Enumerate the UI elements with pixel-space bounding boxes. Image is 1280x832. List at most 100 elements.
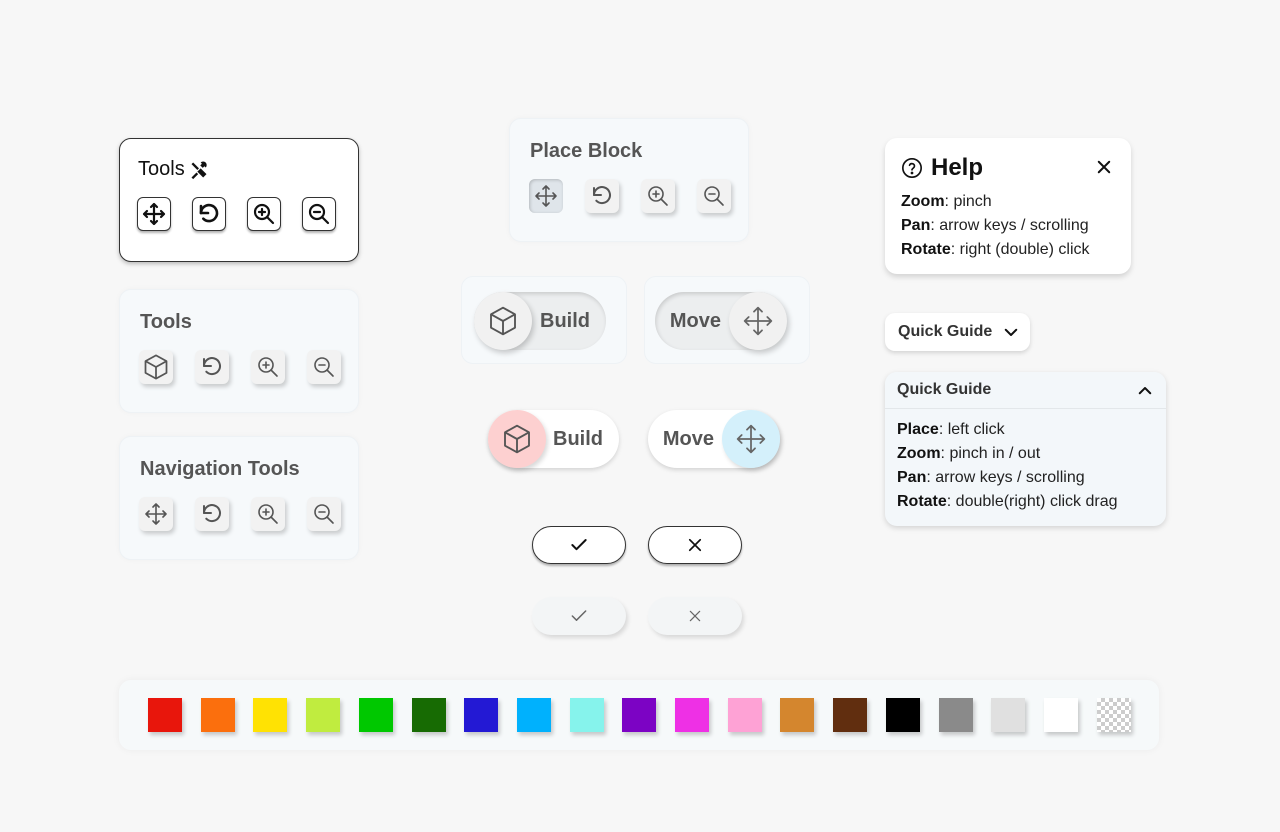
- color-swatch[interactable]: [516, 698, 551, 732]
- quick-guide-lines: Place: left click Zoom: pinch in / out P…: [897, 418, 1118, 514]
- color-swatch[interactable]: [991, 698, 1026, 732]
- zoom-in-icon: [256, 355, 280, 379]
- wrench-screwdriver-icon: [189, 160, 209, 180]
- quick-guide-dropdown-collapsed[interactable]: Quick Guide: [885, 313, 1030, 351]
- zoom-in-button[interactable]: [251, 350, 285, 384]
- move-toggle-label: Move: [662, 427, 714, 450]
- move-arrows-icon: [735, 423, 767, 455]
- help-lines: Zoom: pinch Pan: arrow keys / scrolling …: [901, 190, 1090, 262]
- build-toggle-label: Build: [553, 427, 603, 450]
- rotate-icon: [590, 184, 614, 208]
- rotate-icon: [197, 202, 221, 226]
- guide-line: Place: left click: [897, 421, 1005, 438]
- move-tool-button[interactable]: [137, 197, 171, 231]
- chevron-up-icon: [1136, 382, 1154, 400]
- help-circle-icon: [901, 157, 923, 179]
- rotate-icon: [200, 355, 224, 379]
- move-toggle-soft[interactable]: Move: [655, 292, 787, 350]
- zoom-out-icon: [312, 502, 336, 526]
- color-swatch[interactable]: [358, 698, 393, 732]
- build-toggle-knob: [488, 410, 546, 468]
- tools-panel-soft: Tools: [119, 289, 359, 413]
- rotate-tool-button[interactable]: [192, 197, 226, 231]
- move-toggle-knob: [722, 410, 780, 468]
- zoom-out-button[interactable]: [307, 497, 341, 531]
- color-swatch[interactable]: [253, 698, 288, 732]
- confirm-button-soft[interactable]: [532, 597, 626, 635]
- move-toggle-colored[interactable]: Move: [648, 410, 780, 468]
- zoom-in-button[interactable]: [247, 197, 281, 231]
- move-tool-button[interactable]: [529, 179, 563, 213]
- color-swatch[interactable]: [833, 698, 868, 732]
- build-toggle-knob: [474, 292, 532, 350]
- quick-guide-label: Quick Guide: [898, 323, 993, 340]
- help-title: Help: [931, 154, 984, 181]
- color-palette: [119, 680, 1159, 750]
- cube-icon: [142, 353, 170, 381]
- zoom-in-icon: [646, 184, 670, 208]
- color-swatch-transparent[interactable]: [1096, 698, 1131, 732]
- navigation-tools-panel: Navigation Tools: [119, 436, 359, 560]
- rotate-tool-button[interactable]: [585, 179, 619, 213]
- zoom-out-icon: [312, 355, 336, 379]
- quick-guide-header[interactable]: Quick Guide: [885, 372, 1166, 409]
- rotate-tool-button[interactable]: [195, 497, 229, 531]
- zoom-out-icon: [307, 202, 331, 226]
- color-swatch[interactable]: [885, 698, 920, 732]
- rotate-icon: [200, 502, 224, 526]
- zoom-in-icon: [252, 202, 276, 226]
- color-swatch[interactable]: [306, 698, 341, 732]
- color-swatch[interactable]: [938, 698, 973, 732]
- confirm-button[interactable]: [532, 526, 626, 564]
- quick-guide-label: Quick Guide: [897, 381, 992, 398]
- close-icon: [687, 608, 703, 624]
- zoom-out-button[interactable]: [302, 197, 336, 231]
- build-tool-button[interactable]: [139, 350, 173, 384]
- help-line: Pan: arrow keys / scrolling: [901, 217, 1089, 234]
- build-toggle-label: Build: [540, 309, 590, 332]
- checkmark-icon: [569, 606, 589, 626]
- move-arrows-icon: [142, 202, 166, 226]
- checkmark-icon: [569, 535, 589, 555]
- color-swatch[interactable]: [464, 698, 499, 732]
- color-swatch[interactable]: [727, 698, 762, 732]
- guide-line: Rotate: double(right) click drag: [897, 493, 1118, 510]
- help-line: Rotate: right (double) click: [901, 241, 1090, 258]
- build-toggle-colored[interactable]: Build: [488, 410, 619, 468]
- zoom-out-button[interactable]: [697, 179, 731, 213]
- zoom-in-button[interactable]: [641, 179, 675, 213]
- move-toggle-knob: [729, 292, 787, 350]
- guide-line: Pan: arrow keys / scrolling: [897, 469, 1085, 486]
- cancel-button[interactable]: [648, 526, 742, 564]
- guide-line: Zoom: pinch in / out: [897, 445, 1041, 462]
- cancel-button-soft[interactable]: [648, 597, 742, 635]
- place-block-panel: Place Block: [509, 118, 749, 242]
- move-tool-button[interactable]: [139, 497, 173, 531]
- quick-guide-dropdown-expanded: Quick Guide Place: left click Zoom: pinc…: [885, 372, 1166, 526]
- color-swatch[interactable]: [622, 698, 657, 732]
- close-icon: [686, 536, 704, 554]
- color-swatch[interactable]: [148, 698, 182, 732]
- close-icon: [1095, 158, 1113, 176]
- build-toggle-soft[interactable]: Build: [474, 292, 606, 350]
- navigation-tools-title: Navigation Tools: [140, 458, 300, 480]
- color-swatch[interactable]: [780, 698, 815, 732]
- rotate-tool-button[interactable]: [195, 350, 229, 384]
- color-swatch[interactable]: [569, 698, 604, 732]
- close-help-button[interactable]: [1095, 158, 1113, 176]
- zoom-in-button[interactable]: [251, 497, 285, 531]
- move-arrows-icon: [534, 184, 558, 208]
- move-arrows-icon: [144, 502, 168, 526]
- help-line: Zoom: pinch: [901, 193, 992, 210]
- zoom-out-button[interactable]: [307, 350, 341, 384]
- zoom-in-icon: [256, 502, 280, 526]
- tools-panel-classic: Tools: [119, 138, 359, 262]
- color-swatch[interactable]: [675, 698, 709, 732]
- cube-icon: [487, 305, 519, 337]
- help-card: Help Zoom: pinch Pan: arrow keys / scrol…: [885, 138, 1131, 274]
- color-swatch[interactable]: [1043, 698, 1078, 732]
- color-swatch[interactable]: [200, 698, 235, 732]
- color-swatch[interactable]: [411, 698, 446, 732]
- zoom-out-icon: [702, 184, 726, 208]
- move-arrows-icon: [742, 305, 774, 337]
